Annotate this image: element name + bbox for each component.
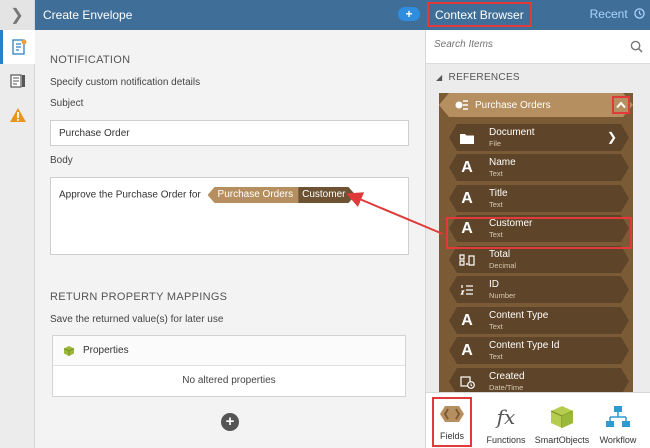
- item-name: Content Type Id: [489, 340, 560, 351]
- body-text: Approve the Purchase Order for: [59, 189, 201, 201]
- text-icon: A: [461, 159, 473, 176]
- tree-item-customer[interactable]: A Customer Text: [449, 215, 629, 242]
- tree-item-id[interactable]: ID Number: [449, 276, 629, 303]
- add-mapping-button[interactable]: +: [221, 413, 239, 431]
- search-icon[interactable]: [630, 40, 643, 53]
- tab-workflow[interactable]: Workflow: [590, 393, 646, 448]
- notification-section-title: NOTIFICATION: [50, 54, 131, 66]
- text-icon: A: [461, 220, 473, 237]
- notification-description: Specify custom notification details: [50, 77, 201, 88]
- chip-child-label: Customer: [298, 187, 355, 203]
- cube-icon: [63, 345, 75, 356]
- body-input[interactable]: Approve the Purchase Order for Purchase …: [50, 177, 409, 255]
- item-type: Text: [489, 322, 503, 331]
- tree-item-title[interactable]: A Title Text: [449, 185, 629, 212]
- context-browser-title: Context Browser: [427, 2, 532, 27]
- tab-fields[interactable]: Fields: [432, 397, 472, 447]
- fields-icon: [439, 399, 465, 428]
- item-name: Name: [489, 157, 516, 168]
- add-button[interactable]: +: [398, 7, 420, 21]
- top-header: Create Envelope + Context Browser Recent: [35, 0, 650, 30]
- text-icon: A: [461, 312, 473, 329]
- chip-parent-label: Purchase Orders: [207, 187, 299, 203]
- item-type: Text: [489, 230, 503, 239]
- subject-label: Subject: [50, 98, 84, 109]
- tab-label: Workflow: [599, 435, 637, 445]
- properties-panel-icon[interactable]: [0, 64, 35, 98]
- context-browser-panel: ◢ REFERENCES Purchase Orders Document Fi…: [425, 30, 650, 448]
- search-bar: [426, 30, 650, 64]
- tree-item-total[interactable]: Total Decimal: [449, 246, 629, 273]
- item-type: Number: [489, 291, 516, 300]
- customer-reference-chip[interactable]: Purchase Orders Customer: [207, 187, 356, 203]
- tab-label: Fields: [439, 431, 464, 441]
- collapse-node-button[interactable]: [612, 96, 630, 114]
- item-name: Content Type: [489, 310, 549, 321]
- chevron-up-icon: [616, 101, 626, 109]
- tree-item-created[interactable]: Created Date/Time: [449, 368, 629, 395]
- datetime-icon: [457, 372, 477, 392]
- reference-tree: Purchase Orders Document File ❯ A Name T…: [439, 93, 633, 395]
- chevron-right-icon: ❯: [606, 130, 617, 144]
- search-input[interactable]: [434, 39, 614, 50]
- item-name: Document: [489, 127, 535, 138]
- tree-item-name[interactable]: A Name Text: [449, 154, 629, 181]
- body-label: Body: [50, 155, 73, 166]
- workflow-step-icon[interactable]: [0, 30, 35, 64]
- item-name: Created: [489, 371, 525, 382]
- tree-item-content-type[interactable]: A Content Type Text: [449, 307, 629, 334]
- references-label: REFERENCES: [448, 72, 520, 83]
- recent-link[interactable]: Recent: [590, 7, 645, 21]
- item-type: Text: [489, 352, 503, 361]
- item-name: Title: [489, 188, 508, 199]
- item-name: Customer: [489, 218, 533, 229]
- tree-item-content-type-id[interactable]: A Content Type Id Text: [449, 337, 629, 364]
- item-type: Text: [489, 200, 503, 209]
- main-pane: NOTIFICATION Specify custom notification…: [35, 30, 425, 448]
- number-icon: [457, 280, 477, 300]
- browser-tabs: Fields fx Functions SmartObjects Workflo…: [426, 392, 650, 448]
- left-icon-rail: ❯: [0, 0, 35, 448]
- item-type: Decimal: [489, 261, 517, 270]
- tab-label: SmartObjects: [534, 435, 590, 445]
- text-icon: A: [461, 190, 473, 207]
- decimal-icon: [457, 250, 477, 270]
- references-header[interactable]: ◢ REFERENCES: [436, 72, 520, 83]
- tab-smartobjects[interactable]: SmartObjects: [534, 393, 590, 448]
- warning-icon[interactable]: [0, 98, 35, 132]
- list-reference-icon: [455, 99, 469, 111]
- purchase-orders-node[interactable]: Purchase Orders: [439, 93, 633, 117]
- recent-label: Recent: [589, 7, 628, 21]
- item-type: Text: [489, 169, 503, 178]
- expand-chevron-icon[interactable]: ❯: [0, 0, 34, 30]
- return-mappings-section-title: RETURN PROPERTY MAPPINGS: [50, 291, 228, 303]
- return-mappings-description: Save the returned value(s) for later use: [50, 314, 224, 325]
- item-name: Total: [489, 249, 511, 260]
- clock-icon: [634, 8, 645, 19]
- tab-label: Functions: [486, 435, 526, 445]
- subject-input[interactable]: Purchase Order: [50, 120, 409, 146]
- workflow-tree-icon: [605, 402, 631, 432]
- properties-header[interactable]: Properties: [53, 336, 405, 366]
- tab-functions[interactable]: fx Functions: [478, 393, 534, 448]
- purchase-orders-label: Purchase Orders: [475, 99, 551, 111]
- item-name: ID: [489, 279, 499, 290]
- functions-icon: fx: [496, 405, 516, 429]
- properties-box: Properties No altered properties: [52, 335, 406, 397]
- page-title: Create Envelope: [43, 8, 133, 22]
- properties-label: Properties: [83, 345, 129, 356]
- smartobject-cube-icon: [550, 402, 574, 432]
- tree-item-document[interactable]: Document File ❯: [449, 124, 629, 151]
- item-type: File: [489, 139, 502, 148]
- item-type: Date/Time: [489, 383, 524, 392]
- text-icon: A: [461, 342, 473, 359]
- collapse-triangle-icon: ◢: [436, 73, 443, 82]
- no-properties-text: No altered properties: [182, 375, 276, 386]
- folder-icon: [457, 128, 477, 148]
